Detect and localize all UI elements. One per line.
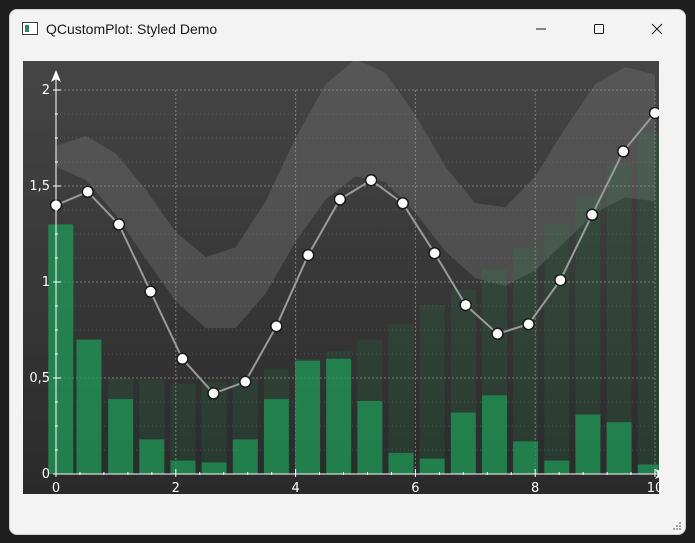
data-point[interactable] <box>207 387 220 400</box>
x-tick-label: 8 <box>531 481 539 494</box>
resize-grip-icon[interactable] <box>672 521 682 531</box>
bar <box>295 360 321 474</box>
bar <box>139 439 165 474</box>
bar <box>637 464 663 474</box>
y-tick-label: 1,5 <box>29 179 50 194</box>
x-tick-label: 0 <box>52 481 60 494</box>
data-point[interactable] <box>301 248 315 262</box>
bar <box>108 399 134 474</box>
bar <box>388 452 414 474</box>
y-tick-label: 2 <box>42 83 50 98</box>
faint-bar <box>513 247 539 474</box>
x-tick-label: 10 <box>647 481 659 494</box>
bar <box>606 422 632 474</box>
minimize-button[interactable] <box>512 10 569 48</box>
data-point[interactable] <box>648 106 662 120</box>
close-icon <box>651 23 662 35</box>
data-point[interactable] <box>81 185 94 199</box>
maximize-icon <box>593 24 604 34</box>
window-title: QCustomPlot: Styled Demo <box>46 21 218 37</box>
bar <box>170 460 196 474</box>
bar <box>575 414 601 474</box>
data-point[interactable] <box>333 193 347 206</box>
minimize-icon <box>535 28 546 30</box>
faint-bar <box>388 324 414 474</box>
x-tick-label: 2 <box>172 481 180 494</box>
data-point[interactable] <box>176 352 189 366</box>
data-point[interactable] <box>239 375 252 389</box>
bar <box>76 339 102 474</box>
x-tick-label: 4 <box>291 481 299 494</box>
bar <box>48 224 74 474</box>
data-point[interactable] <box>522 317 535 331</box>
y-tick-label: 0 <box>42 467 50 482</box>
data-point[interactable] <box>396 197 410 210</box>
bar <box>201 462 227 474</box>
data-point[interactable] <box>459 298 472 312</box>
faint-bar <box>544 224 570 474</box>
bar <box>232 439 258 474</box>
data-point[interactable] <box>617 145 630 158</box>
bar <box>482 395 507 474</box>
title-bar[interactable]: QCustomPlot: Styled Demo <box>10 10 685 48</box>
x-tick-label: 6 <box>411 481 419 494</box>
bar <box>326 358 352 474</box>
app-window-icon <box>22 22 38 35</box>
data-point[interactable] <box>585 208 599 222</box>
data-point[interactable] <box>112 218 126 231</box>
bar <box>544 460 570 474</box>
bar <box>357 401 383 474</box>
data-point[interactable] <box>270 319 283 333</box>
data-point[interactable] <box>491 327 504 341</box>
data-point[interactable] <box>364 173 378 187</box>
faint-bar <box>170 383 196 474</box>
plot-widget[interactable]: 0 2 4 6 8 10 0 0,5 1 1,5 2 <box>23 59 667 496</box>
data-point[interactable] <box>144 285 157 298</box>
app-window: QCustomPlot: Styled Demo 024681000 <box>9 9 686 535</box>
bar <box>450 412 476 474</box>
bar <box>419 458 445 474</box>
y-tick-label: 1 <box>42 275 50 290</box>
maximize-button[interactable] <box>570 10 627 48</box>
data-point[interactable] <box>554 273 567 287</box>
bar <box>513 441 539 474</box>
close-button[interactable] <box>628 10 685 48</box>
faint-bar <box>637 132 663 474</box>
plot-canvas: 0 2 4 6 8 10 0 0,5 1 1,5 2 <box>23 59 667 496</box>
faint-bar <box>419 305 445 474</box>
y-tick-label: 0,5 <box>29 371 50 386</box>
bar <box>263 399 289 474</box>
data-point[interactable] <box>428 246 441 260</box>
